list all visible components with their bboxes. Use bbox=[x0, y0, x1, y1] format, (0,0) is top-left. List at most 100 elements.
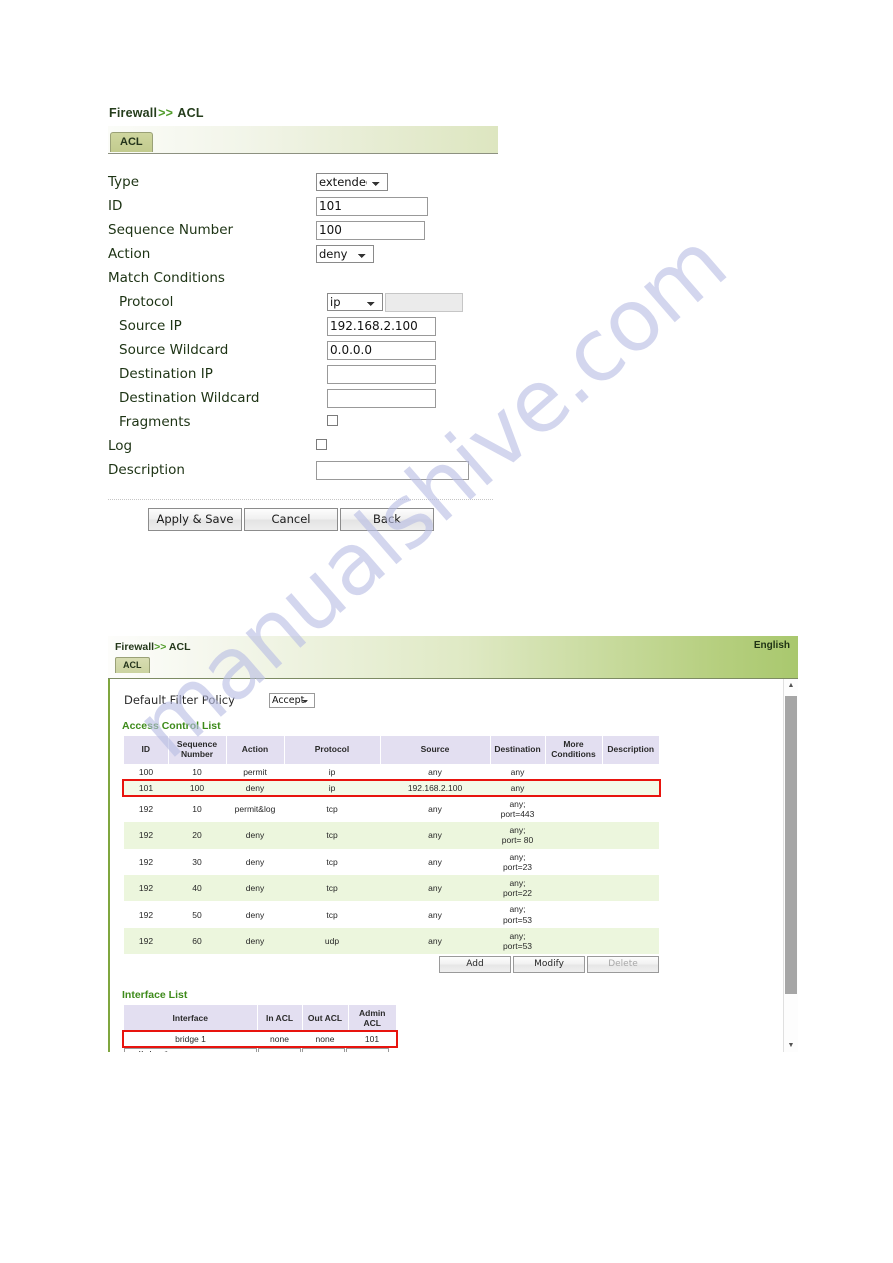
acl-cell-protocol: tcp bbox=[284, 848, 380, 876]
apply-and-save-button[interactable]: Apply & Save bbox=[148, 508, 242, 531]
fragments-checkbox[interactable] bbox=[327, 415, 338, 426]
acl-cell-protocol: tcp bbox=[284, 822, 380, 849]
scroll-down-arrow-icon[interactable]: ▼ bbox=[784, 1039, 798, 1052]
description-input[interactable] bbox=[316, 460, 469, 480]
acl-cell-seq: 30 bbox=[168, 848, 226, 876]
acl-cell-protocol: ip bbox=[284, 763, 380, 780]
protocol-select[interactable]: ip bbox=[327, 293, 383, 312]
interface-table-body: bridge 1 none none 101 bbox=[124, 1031, 396, 1048]
acl-cell-id: 192 bbox=[124, 927, 168, 955]
acl-cell-protocol: tcp bbox=[284, 875, 380, 902]
add-button[interactable]: Add bbox=[439, 956, 511, 974]
acl-cell-seq: 10 bbox=[168, 795, 226, 823]
acl-table-row[interactable]: 101 100 deny ip 192.168.2.100 any bbox=[124, 779, 659, 796]
acl-cell-id: 100 bbox=[124, 763, 168, 780]
acl-table-row[interactable]: 192 20 deny tcp any any; port= 80 bbox=[124, 822, 659, 849]
acl-table-row[interactable]: 192 10 permit&log tcp any any; port=443 bbox=[124, 795, 659, 823]
modify-button[interactable]: Modify bbox=[513, 956, 585, 974]
acl-cell-action: permit&log bbox=[226, 795, 284, 823]
interface-cell-out-acl: none bbox=[302, 1031, 348, 1048]
type-select[interactable]: extended bbox=[316, 173, 388, 191]
acl-cell-action: permit bbox=[226, 763, 284, 780]
destination-ip-input[interactable] bbox=[327, 364, 436, 384]
acl-cell-action: deny bbox=[226, 779, 284, 796]
label-source-ip: Source IP bbox=[119, 318, 182, 334]
label-sequence-number: Sequence Number bbox=[108, 222, 234, 238]
acl-cell-desc bbox=[602, 822, 659, 849]
label-description: Description bbox=[108, 462, 185, 478]
acl-table-row[interactable]: 192 60 deny udp any any; port=53 bbox=[124, 927, 659, 955]
destination-wildcard-input[interactable] bbox=[327, 388, 436, 408]
acl-edit-form-screenshot: Firewall>> ACL ACL Type extended ID Sequ… bbox=[108, 106, 498, 531]
source-wildcard-input[interactable] bbox=[327, 340, 436, 360]
acl-cell-desc bbox=[602, 795, 659, 823]
form-row-log: Log bbox=[108, 434, 498, 458]
language-link[interactable]: English bbox=[754, 640, 790, 651]
acl-cell-more bbox=[545, 848, 602, 876]
acl-cell-destination: any; port=53 bbox=[490, 901, 545, 928]
interface-table-row[interactable]: bridge 1 none none 101 bbox=[124, 1031, 396, 1048]
acl-list-screenshot: Firewall>> ACL English ACL Default Filte… bbox=[108, 636, 798, 1052]
acl-cell-protocol: tcp bbox=[284, 795, 380, 823]
acl-table-row[interactable]: 100 10 permit ip any any bbox=[124, 763, 659, 780]
scrollbar-thumb[interactable] bbox=[785, 696, 797, 994]
interface-col-header: In ACL bbox=[257, 1005, 303, 1032]
acl-cell-source: 192.168.2.100 bbox=[380, 779, 490, 796]
acl-cell-desc bbox=[602, 875, 659, 902]
acl-cell-id: 192 bbox=[124, 795, 168, 823]
bottom-tab-acl[interactable]: ACL bbox=[115, 657, 150, 673]
acl-table-row[interactable]: 192 50 deny tcp any any; port=53 bbox=[124, 901, 659, 928]
acl-col-header: Source bbox=[380, 736, 491, 764]
interface-list-title: Interface List bbox=[122, 989, 188, 1002]
acl-cell-more bbox=[545, 795, 602, 823]
acl-cell-seq: 10 bbox=[168, 763, 226, 780]
sequence-number-input[interactable] bbox=[316, 220, 425, 240]
interface-select[interactable]: cellular 1 bbox=[124, 1048, 257, 1052]
acl-col-header: ID bbox=[124, 736, 169, 764]
id-input[interactable] bbox=[316, 196, 428, 216]
acl-cell-action: deny bbox=[226, 875, 284, 902]
acl-table-row[interactable]: 192 30 deny tcp any any; port=23 bbox=[124, 848, 659, 876]
acl-table-row[interactable]: 192 40 deny tcp any any; port=22 bbox=[124, 875, 659, 902]
delete-button: Delete bbox=[587, 956, 659, 974]
acl-col-header: More Conditions bbox=[545, 736, 603, 764]
acl-cell-source: any bbox=[380, 927, 490, 955]
tab-strip: ACL bbox=[108, 126, 498, 154]
acl-col-header: Protocol bbox=[284, 736, 381, 764]
acl-table-wrap: ID Sequence Number Action Protocol Source Des… bbox=[122, 736, 661, 955]
acl-cell-destination: any bbox=[490, 763, 545, 780]
acl-col-header: Sequence Number bbox=[168, 736, 227, 764]
source-ip-input[interactable] bbox=[327, 316, 436, 336]
cancel-button[interactable]: Cancel bbox=[244, 508, 338, 531]
label-protocol: Protocol bbox=[119, 294, 174, 310]
form-row-protocol: Protocol ip bbox=[108, 290, 498, 314]
in-acl-select[interactable]: none bbox=[258, 1048, 301, 1052]
acl-cell-desc bbox=[602, 927, 659, 955]
form-row-type: Type extended bbox=[108, 170, 498, 194]
log-checkbox[interactable] bbox=[316, 439, 327, 450]
breadcrumb-root[interactable]: Firewall bbox=[109, 106, 157, 120]
label-type: Type bbox=[108, 174, 140, 190]
acl-cell-desc bbox=[602, 779, 659, 796]
admin-acl-select[interactable]: none bbox=[346, 1048, 389, 1052]
acl-cell-source: any bbox=[380, 822, 490, 849]
acl-cell-source: any bbox=[380, 763, 490, 780]
back-button[interactable]: Back bbox=[340, 508, 434, 531]
tab-acl[interactable]: ACL bbox=[110, 132, 153, 152]
form-row-destination-ip: Destination IP bbox=[108, 362, 498, 386]
label-default-filter-policy: Default Filter Policy bbox=[124, 693, 235, 707]
action-select[interactable]: deny bbox=[316, 245, 374, 263]
default-filter-policy-row: Default Filter Policy Accept bbox=[110, 679, 786, 711]
bottom-breadcrumb-root[interactable]: Firewall bbox=[115, 641, 154, 653]
default-filter-policy-select[interactable]: Accept bbox=[269, 692, 315, 708]
interface-col-header: Interface bbox=[124, 1005, 258, 1032]
interface-editor-row: cellular 1 none none none bbox=[124, 1047, 396, 1052]
label-source-wildcard: Source Wildcard bbox=[119, 342, 229, 358]
acl-cell-source: any bbox=[380, 901, 490, 928]
access-control-list-title: Access Control List bbox=[122, 720, 221, 732]
acl-table-header-row: ID Sequence Number Action Protocol Source Des… bbox=[124, 736, 659, 764]
acl-cell-source: any bbox=[380, 848, 490, 876]
out-acl-select[interactable]: none bbox=[302, 1048, 345, 1052]
vertical-scrollbar[interactable]: ▲ ▼ bbox=[783, 679, 798, 1052]
scroll-up-arrow-icon[interactable]: ▲ bbox=[784, 679, 798, 692]
